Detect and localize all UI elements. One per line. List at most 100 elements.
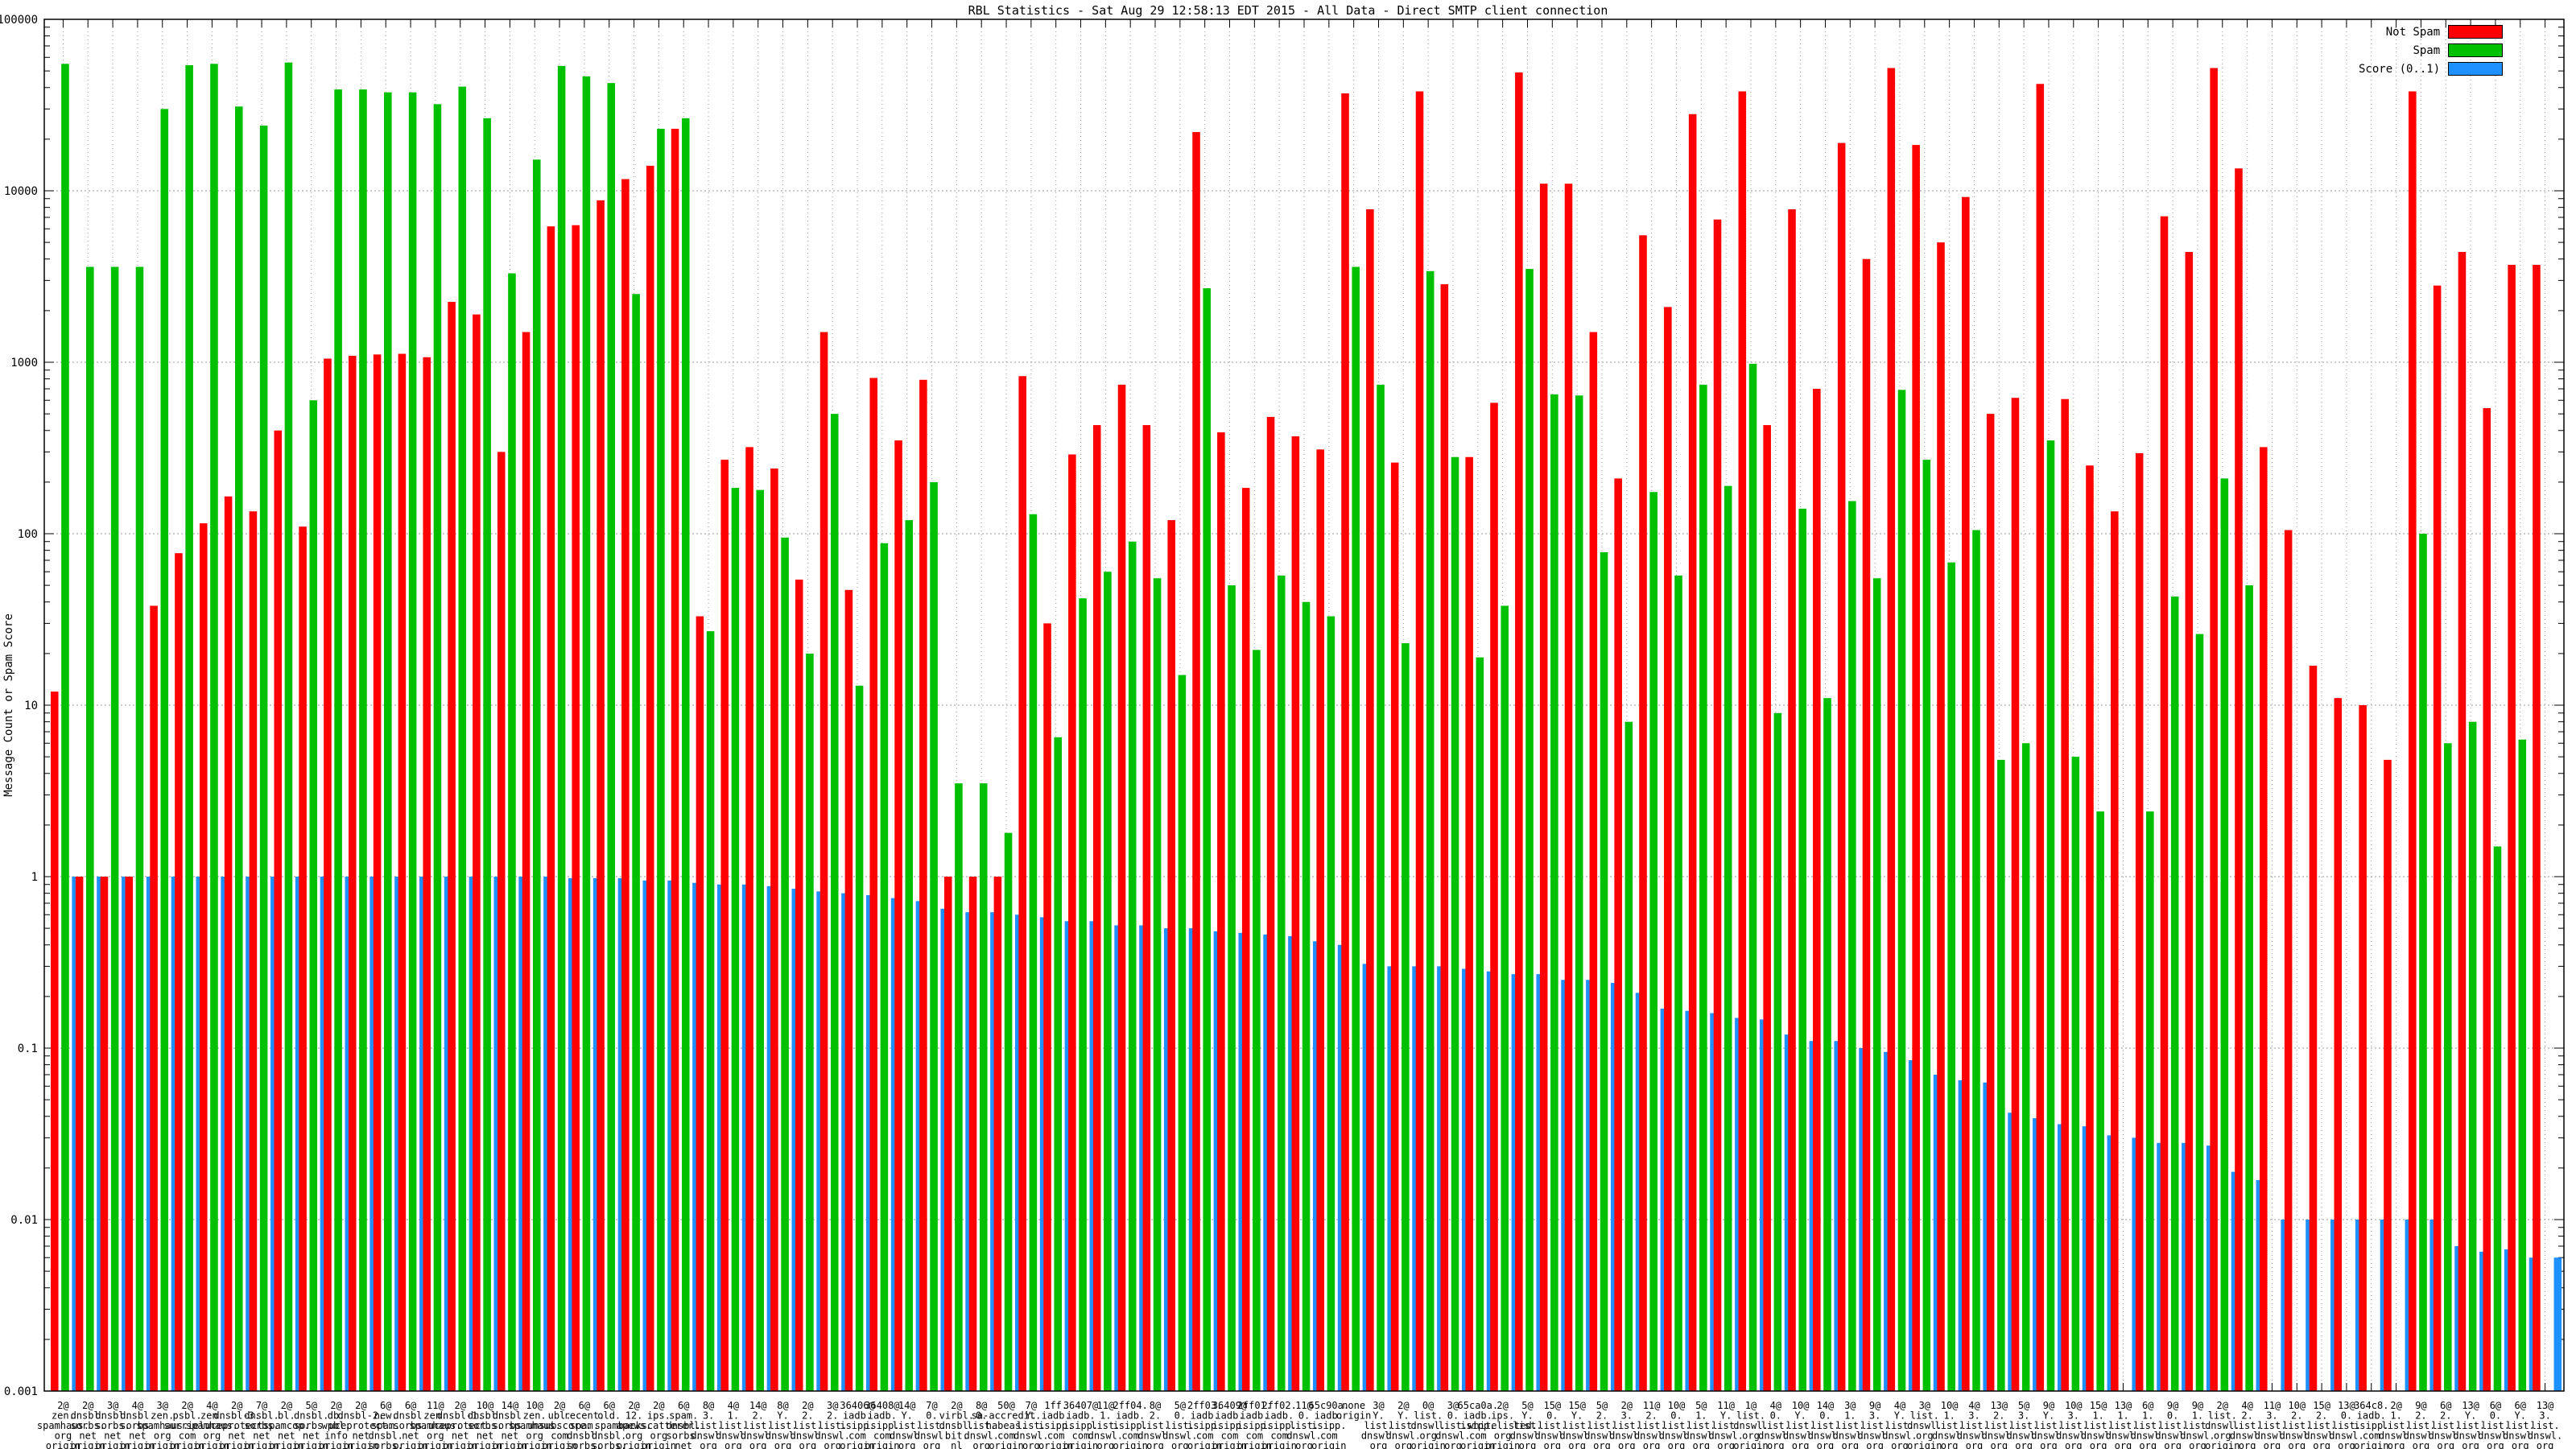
bar-not-spam <box>398 353 407 1391</box>
bar-spam <box>2220 478 2229 1391</box>
y-tick-label: 10 <box>24 700 38 712</box>
bar-spam <box>930 481 938 1391</box>
bar-spam <box>1451 456 1459 1391</box>
bar-spam <box>1277 575 1286 1391</box>
bar-not-spam <box>1962 196 1970 1392</box>
bar-spam <box>905 520 914 1391</box>
bar-not-spam <box>199 523 208 1392</box>
bar-spam <box>433 104 442 1391</box>
bar-spam <box>706 631 715 1391</box>
bar-spam <box>284 62 293 1391</box>
y-tick-label: 0.01 <box>10 1214 38 1227</box>
bar-spam <box>2071 757 2080 1391</box>
bar-not-spam <box>1241 488 1250 1391</box>
bar-not-spam <box>2086 465 2094 1391</box>
legend: Not Spam Spam Score (0..1) <box>2359 23 2504 78</box>
bar-not-spam <box>1167 520 1175 1391</box>
y-tick-label: 1000 <box>10 357 38 369</box>
bar-not-spam <box>299 526 307 1391</box>
bar-not-spam <box>150 605 158 1391</box>
bar-not-spam <box>1664 307 1672 1391</box>
bar-score <box>2553 1257 2562 1391</box>
bar-not-spam <box>572 225 580 1391</box>
bar-spam <box>185 65 193 1392</box>
bar-not-spam <box>547 226 555 1391</box>
bar-spam <box>1054 737 1063 1391</box>
bar-spam <box>359 89 367 1391</box>
bar-spam <box>1426 270 1435 1392</box>
bar-not-spam <box>1887 68 1896 1391</box>
bar-not-spam <box>1564 184 1573 1392</box>
bar-spam <box>1402 642 1410 1391</box>
bar-not-spam <box>745 447 753 1391</box>
bar-not-spam <box>324 358 332 1391</box>
bar-spam <box>1649 492 1657 1391</box>
bar-not-spam <box>1688 114 1697 1391</box>
bar-spam <box>1501 605 1509 1391</box>
bar-spam <box>235 106 243 1391</box>
bar-spam <box>781 537 789 1391</box>
bar-spam <box>2444 743 2452 1391</box>
bar-not-spam <box>1068 454 1076 1391</box>
bar-spam <box>458 86 467 1392</box>
bar-spam <box>1153 578 1162 1391</box>
bar-not-spam <box>1366 208 1374 1391</box>
bar-spam <box>1872 578 1881 1391</box>
bar-spam <box>2195 634 2204 1391</box>
bar-spam <box>259 126 268 1391</box>
bar-not-spam <box>1539 184 1548 1392</box>
bar-spam <box>731 488 740 1391</box>
bar-spam <box>110 266 119 1391</box>
bar-not-spam <box>224 496 233 1391</box>
bar-spam <box>1600 551 1608 1391</box>
bar-not-spam <box>2111 511 2119 1391</box>
bar-not-spam <box>2483 408 2491 1391</box>
bar-not-spam <box>1589 332 1598 1391</box>
bar-not-spam <box>795 580 803 1391</box>
bar-spam <box>806 653 814 1391</box>
bar-not-spam <box>2508 264 2516 1391</box>
y-tick-label: 10000 <box>4 185 38 198</box>
bar-not-spam <box>2334 698 2343 1391</box>
bar-not-spam <box>2309 665 2318 1391</box>
bar-not-spam <box>621 179 630 1391</box>
bar-not-spam <box>671 128 679 1392</box>
bar-spam <box>1203 288 1212 1391</box>
y-tick-label: 0.1 <box>18 1042 38 1055</box>
bar-not-spam <box>2409 91 2417 1391</box>
bar-not-spam <box>100 877 109 1391</box>
bar-not-spam <box>2061 398 2069 1391</box>
bar-not-spam <box>1341 93 1349 1392</box>
bar-spam <box>1748 363 1757 1391</box>
bar-spam <box>1178 675 1187 1391</box>
bar-spam <box>1550 394 1558 1391</box>
bar-not-spam <box>2011 398 2020 1391</box>
bar-not-spam <box>819 332 828 1391</box>
bar-not-spam <box>1043 623 1051 1391</box>
bar-spam <box>2518 739 2527 1391</box>
legend-label-spam: Spam <box>2413 43 2441 57</box>
bar-spam <box>1004 832 1013 1391</box>
bar-spam <box>1997 759 2005 1391</box>
bar-spam <box>309 400 318 1391</box>
bar-spam <box>855 685 864 1391</box>
bar-spam <box>830 414 839 1391</box>
x-tick-label: none origin <box>1336 1400 1371 1422</box>
rbl-statistics-chart: 100000 10000 1000 100 10 1 0.1 0.01 0.001 2@ zen. s… <box>0 0 2576 1449</box>
bar-spam <box>86 266 94 1391</box>
bar-not-spam <box>646 165 654 1391</box>
bar-not-spam <box>2160 216 2169 1391</box>
y-axis-label: Message Count or Spam Score <box>2 613 15 797</box>
bar-spam <box>1848 501 1856 1391</box>
legend-swatch-not-spam-icon <box>2448 25 2504 39</box>
bar-spam <box>955 783 963 1391</box>
bar-not-spam <box>968 877 977 1391</box>
bar-not-spam <box>1862 258 1871 1391</box>
bar-not-spam <box>1738 91 1747 1391</box>
bar-spam <box>1798 508 1806 1391</box>
bar-spam <box>1624 721 1633 1391</box>
bar-spam <box>1302 601 1311 1391</box>
legend-item-spam: Spam <box>2359 41 2504 60</box>
legend-item-not-spam: Not Spam <box>2359 23 2504 41</box>
bar-not-spam <box>720 460 729 1391</box>
